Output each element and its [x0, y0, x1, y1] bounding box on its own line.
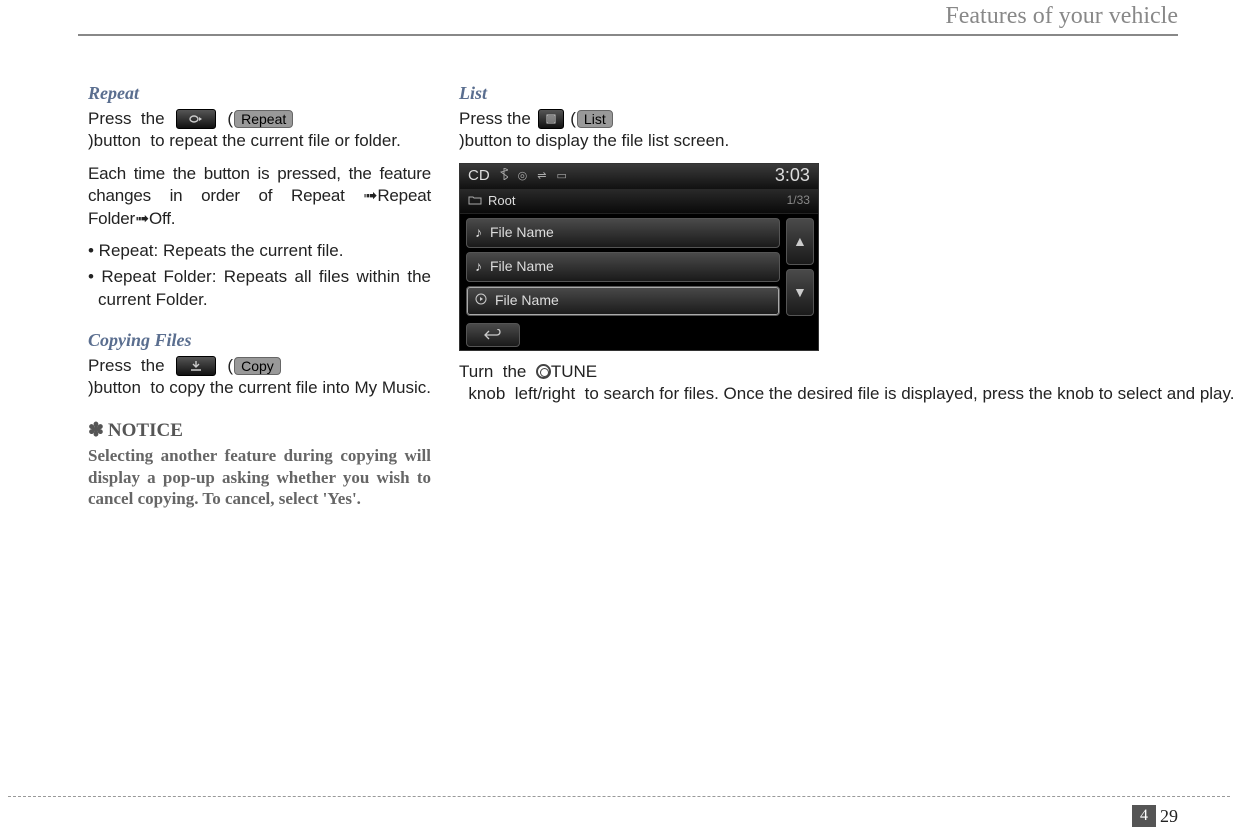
notice-heading: ✽ NOTICE: [88, 418, 431, 443]
text: Turn the: [459, 361, 536, 383]
file-list-item[interactable]: ♪ File Name: [466, 218, 780, 248]
copying-press-line: Press the ( Copy )button to copy the cur…: [88, 355, 431, 400]
copy-label-pill: Copy: [234, 357, 281, 375]
screenshot-body: ♪ File Name ♪ File Name File Name: [460, 214, 818, 320]
repeat-explain: Each time the button is pressed, the fea…: [88, 163, 431, 230]
music-note-icon: ♪: [475, 223, 482, 241]
screenshot-breadcrumb: Root 1/33: [460, 189, 818, 214]
spacer: [88, 315, 431, 329]
disc-icon: ◎: [518, 169, 528, 184]
screenshot-statusbar: CD ◎ ⇌ ▭ 3:03: [460, 164, 818, 189]
text: Press the: [459, 108, 536, 130]
file-name: File Name: [495, 291, 559, 309]
music-note-icon: ♪: [475, 257, 482, 275]
notice-body: Selecting another feature during copying…: [88, 445, 431, 510]
notice-title: NOTICE: [108, 418, 183, 443]
list-label-pill: List: [577, 110, 613, 128]
text: Press the: [88, 108, 174, 130]
section-title-copying: Copying Files: [88, 329, 431, 353]
text: )button to copy the current file into My…: [88, 377, 431, 399]
section-title-list: List: [459, 82, 819, 106]
column-middle: List Press the ( List )button to display…: [459, 82, 819, 781]
screenshot-time: 3:03: [775, 164, 810, 188]
folder-icon: [468, 192, 482, 209]
usb-icon: ⇌: [537, 169, 546, 184]
list-press-line: Press the ( List )button to display the …: [459, 108, 819, 153]
tune-instruction: Turn the TUNE knob left/right to search …: [459, 361, 819, 406]
screenshot-position: 1/33: [787, 193, 810, 209]
file-list-item-active[interactable]: File Name: [466, 286, 780, 316]
footer-dashed-rule: [8, 796, 1230, 797]
battery-icon: ▭: [556, 169, 566, 184]
screenshot-file-list: ♪ File Name ♪ File Name File Name: [460, 214, 786, 320]
screenshot-scroll-controls: ▲ ▼: [786, 214, 818, 320]
text: )button to display the file list screen.: [459, 130, 729, 152]
back-arrow-icon: [483, 329, 503, 341]
header-rule: [78, 34, 1178, 36]
text: (: [218, 108, 233, 130]
repeat-press-line: Press the ( Repeat )button to repeat the…: [88, 108, 431, 153]
column-right: [847, 82, 1168, 781]
play-icon: [475, 291, 487, 309]
list-icon-button: [538, 109, 564, 129]
screenshot-source-label: CD: [468, 166, 490, 186]
text: (: [218, 355, 233, 377]
repeat-bullet-1: • Repeat: Repeats the current file.: [88, 240, 431, 262]
page-footer: 4 29: [1132, 805, 1178, 827]
page-number: 29: [1160, 806, 1178, 827]
notice-marker-icon: ✽: [88, 418, 104, 443]
page-content: Repeat Press the ( Repeat )button to rep…: [88, 82, 1168, 781]
repeat-icon-button: [176, 109, 216, 129]
repeat-loop-icon: [187, 113, 205, 125]
repeat-label-pill: Repeat: [234, 110, 293, 128]
screenshot-root-label: Root: [488, 192, 515, 209]
screenshot-bottombar: [460, 320, 818, 350]
list-icon: [545, 113, 557, 125]
tune-knob-icon: [536, 364, 551, 379]
infotainment-screenshot: CD ◎ ⇌ ▭ 3:03 Root 1/33 ♪: [459, 163, 819, 351]
text: Press the: [88, 355, 174, 377]
back-button[interactable]: [466, 323, 520, 347]
file-name: File Name: [490, 257, 554, 275]
copy-icon-button: [176, 356, 216, 376]
bluetooth-icon: [500, 168, 508, 185]
section-title-repeat: Repeat: [88, 82, 431, 106]
page-header-title: Features of your vehicle: [945, 3, 1178, 32]
download-icon: [189, 360, 203, 372]
chapter-number-box: 4: [1132, 805, 1156, 827]
scroll-up-button[interactable]: ▲: [786, 218, 814, 265]
file-name: File Name: [490, 223, 554, 241]
text: (: [566, 108, 576, 130]
text: )button to repeat the current file or fo…: [88, 130, 401, 152]
tune-label: TUNE: [551, 361, 597, 383]
file-list-item[interactable]: ♪ File Name: [466, 252, 780, 282]
column-left: Repeat Press the ( Repeat )button to rep…: [88, 82, 431, 781]
scroll-down-button[interactable]: ▼: [786, 269, 814, 316]
page-header: Features of your vehicle: [945, 0, 1178, 32]
repeat-bullet-2: • Repeat Folder: Repeats all files withi…: [88, 266, 431, 311]
